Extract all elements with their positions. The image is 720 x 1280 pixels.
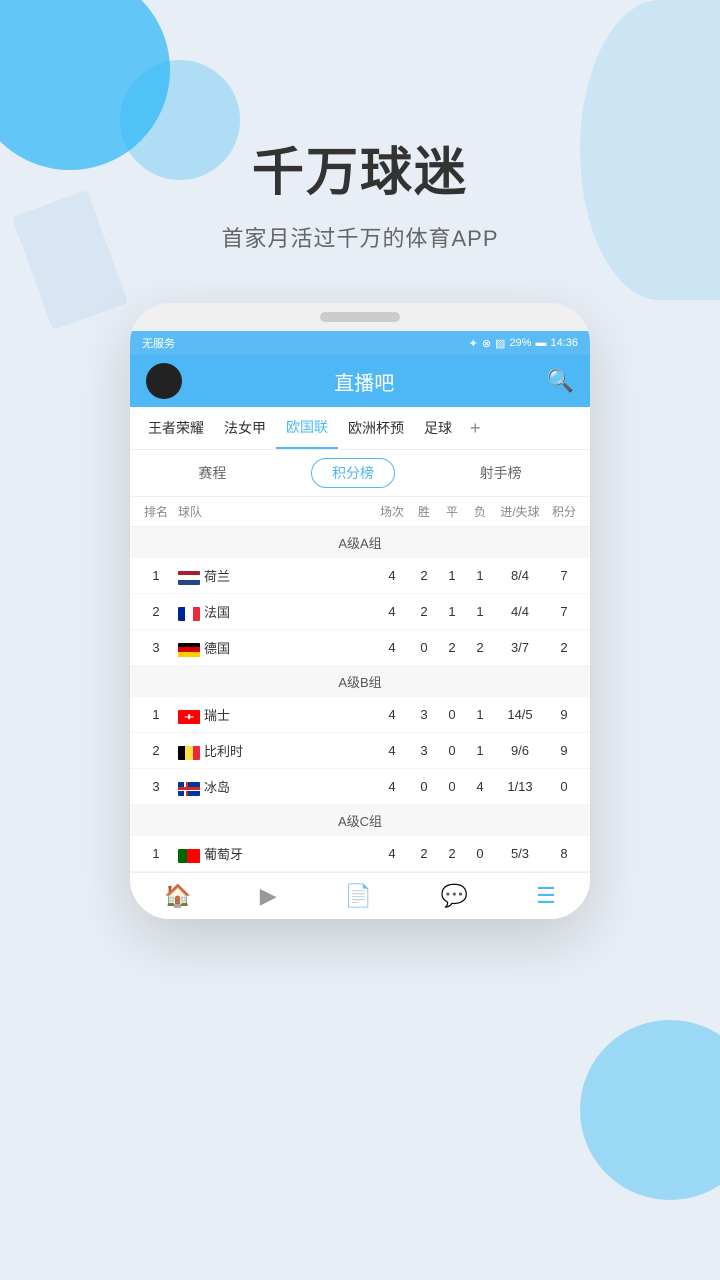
subtab-scorers[interactable]: 射手榜 — [460, 459, 542, 487]
signal-icon: ▨ — [495, 337, 505, 350]
flag-ch — [178, 710, 200, 724]
nav-chat[interactable]: 💬 — [429, 881, 480, 911]
home-icon: 🏠 — [164, 885, 191, 907]
nav-standings[interactable]: ☰ — [524, 881, 568, 911]
standings-table: 排名 球队 场次 胜 平 负 进/失球 积分 A级A组 1 荷兰 4 — [130, 497, 590, 919]
status-carrier: 无服务 — [142, 335, 175, 351]
chat-icon: 💬 — [441, 885, 468, 907]
hero-section: 千万球迷 首家月活过千万的体育APP — [0, 0, 720, 253]
phone-frame: 无服务 ✦ ⊗ ▨ 29% ▬ 14:36 直播吧 🔍 王者荣耀 法女甲 欧国联… — [130, 303, 590, 919]
bottom-navigation: 🏠 ▶ 📄 💬 ☰ — [130, 872, 590, 919]
header-win: 胜 — [410, 503, 438, 520]
table-row[interactable]: 3 冰岛 4 0 0 4 1/13 0 — [130, 769, 590, 805]
table-row[interactable]: 2 法国 4 2 1 1 4/4 7 — [130, 594, 590, 630]
hero-title: 千万球迷 — [0, 130, 720, 205]
flag-fr — [178, 607, 200, 621]
header-played: 场次 — [374, 503, 410, 520]
status-bar: 无服务 ✦ ⊗ ▨ 29% ▬ 14:36 — [130, 331, 590, 355]
category-tabs: 王者荣耀 法女甲 欧国联 欧洲杯预 足球 + — [130, 407, 590, 450]
table-row[interactable]: 1 瑞士 4 3 0 1 14/5 9 — [130, 697, 590, 733]
nav-news[interactable]: 📄 — [333, 881, 384, 911]
phone-notch — [320, 312, 400, 322]
group-c-header: A级C组 — [130, 805, 590, 836]
tab-ouguolian[interactable]: 欧国联 — [276, 407, 338, 449]
header-rank: 排名 — [138, 503, 174, 520]
header-pts: 积分 — [546, 503, 582, 520]
tab-zuqiu[interactable]: 足球 — [414, 408, 462, 448]
table-row[interactable]: 1 荷兰 4 2 1 1 8/4 7 — [130, 558, 590, 594]
news-icon: 📄 — [345, 885, 372, 907]
header-gd: 进/失球 — [494, 503, 546, 520]
subtab-standings[interactable]: 积分榜 — [311, 458, 395, 488]
search-icon[interactable]: 🔍 — [547, 368, 574, 394]
battery-level: 29% — [509, 337, 531, 349]
flag-be — [178, 746, 200, 760]
group-b-header: A级B组 — [130, 666, 590, 697]
hero-subtitle: 首家月活过千万的体育APP — [0, 221, 720, 253]
flag-pt — [178, 849, 200, 863]
sub-tabs: 赛程 积分榜 射手榜 — [130, 450, 590, 497]
group-a-header: A级A组 — [130, 527, 590, 558]
header-team: 球队 — [174, 503, 374, 520]
tab-plus-icon[interactable]: + — [462, 408, 489, 449]
subtab-schedule[interactable]: 赛程 — [178, 459, 246, 487]
bluetooth-icon: ✦ — [469, 337, 478, 350]
tab-ouzhoubeiyu[interactable]: 欧洲杯预 — [338, 408, 414, 448]
tab-fanvjia[interactable]: 法女甲 — [214, 408, 276, 448]
avatar[interactable] — [146, 363, 182, 399]
header-draw: 平 — [438, 503, 466, 520]
header-lose: 负 — [466, 503, 494, 520]
table-header-row: 排名 球队 场次 胜 平 负 进/失球 积分 — [130, 497, 590, 527]
table-row[interactable]: 3 德国 4 0 2 2 3/7 2 — [130, 630, 590, 666]
flag-nl — [178, 571, 200, 585]
bg-decoration-circle-br — [580, 1020, 720, 1200]
table-row[interactable]: 1 葡萄牙 4 2 2 0 5/3 8 — [130, 836, 590, 872]
status-info: ✦ ⊗ ▨ 29% ▬ 14:36 — [469, 337, 578, 350]
nav-home[interactable]: 🏠 — [152, 881, 203, 911]
app-header: 直播吧 🔍 — [130, 355, 590, 407]
flag-de — [178, 643, 200, 657]
tab-wangzhe[interactable]: 王者荣耀 — [138, 408, 214, 448]
phone-mockup: 无服务 ✦ ⊗ ▨ 29% ▬ 14:36 直播吧 🔍 王者荣耀 法女甲 欧国联… — [0, 303, 720, 919]
play-icon: ▶ — [260, 885, 277, 907]
list-icon: ☰ — [536, 885, 556, 907]
time: 14:36 — [550, 337, 578, 349]
flag-is — [178, 782, 200, 796]
phone-notch-bar — [130, 303, 590, 331]
wifi-icon: ⊗ — [482, 337, 491, 350]
nav-video[interactable]: ▶ — [248, 881, 289, 911]
table-row[interactable]: 2 比利时 4 3 0 1 9/6 9 — [130, 733, 590, 769]
app-title: 直播吧 — [334, 367, 394, 396]
battery-icon: ▬ — [535, 337, 546, 349]
